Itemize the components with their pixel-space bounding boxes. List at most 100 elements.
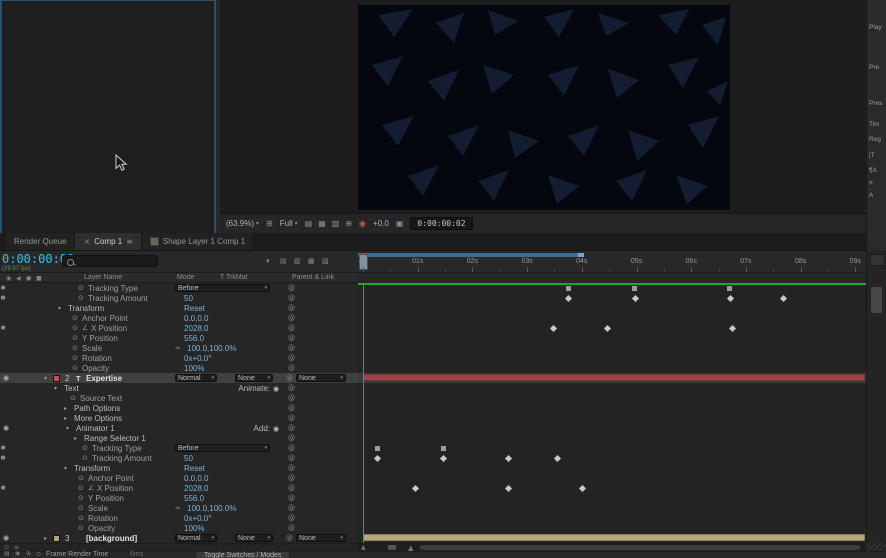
transparency-grid-icon[interactable]: ▦ (318, 219, 326, 228)
column-trkmat[interactable]: T TrkMat (220, 274, 247, 281)
pickwhip-icon[interactable]: @ (286, 534, 293, 542)
property-label[interactable]: Rotation (82, 354, 112, 363)
property-value[interactable]: Reset (184, 304, 205, 313)
row-scale[interactable]: ⊙ Scale ∞ 100.0,100.0% @ (0, 343, 358, 353)
property-value[interactable]: 0.0,0.0 (184, 474, 208, 483)
property-label[interactable]: Tracking Type (92, 444, 142, 453)
property-label[interactable]: Opacity (82, 364, 109, 373)
pickwhip-icon[interactable]: @ (288, 504, 295, 512)
pickwhip-icon[interactable]: @ (288, 384, 295, 392)
timeline-option-icon[interactable]: ▦ (308, 257, 315, 265)
composition-canvas[interactable] (358, 5, 730, 210)
layer-name[interactable]: [background] (86, 534, 137, 543)
stopwatch-icon[interactable]: ⊙ (78, 484, 84, 492)
link-dimensions-icon[interactable]: ∞ (175, 504, 181, 512)
keyframe-diamond[interactable] (504, 484, 512, 492)
row-source-text[interactable]: ⊙ Source Text @ (0, 393, 358, 403)
row-y-position[interactable]: ⊙ Y Position 556.0 @ (0, 333, 358, 343)
property-label[interactable]: Anchor Point (88, 474, 134, 483)
property-value[interactable]: 100% (184, 364, 204, 373)
property-value[interactable]: 556.0 (184, 334, 204, 343)
pickwhip-icon[interactable]: @ (288, 334, 295, 342)
twirl-icon[interactable]: ▸ (74, 435, 77, 442)
track-row[interactable] (358, 333, 866, 343)
row-opacity[interactable]: ⊙ Opacity 100% @ (0, 363, 358, 373)
property-value[interactable]: 50 (184, 454, 193, 463)
pickwhip-icon[interactable]: @ (288, 344, 295, 352)
pickwhip-icon[interactable]: @ (288, 364, 295, 372)
stopwatch-icon[interactable]: ⊙ (78, 524, 84, 532)
resolution-select[interactable]: Full ▾ (280, 219, 298, 228)
property-label[interactable]: Opacity (88, 524, 115, 533)
keyframe-square[interactable] (565, 285, 571, 291)
track-row[interactable] (358, 443, 866, 453)
stopwatch-icon[interactable]: ⊙ (72, 354, 78, 362)
pickwhip-icon[interactable]: @ (288, 524, 295, 532)
row-rotation[interactable]: ⊙ Rotation 0x+0.0° @ (0, 353, 358, 363)
animate-add-icon[interactable]: ◉ (273, 385, 279, 393)
roi-icon[interactable]: ▤ (305, 219, 313, 228)
next-keyframe-icon[interactable]: ▶ (1, 445, 5, 451)
work-area-end-handle[interactable] (578, 253, 584, 257)
dock-item-t[interactable]: |T (869, 152, 886, 159)
status-icon[interactable]: ⊕ (26, 550, 31, 557)
pickwhip-icon[interactable]: @ (288, 314, 295, 322)
pickwhip-icon[interactable]: @ (288, 394, 295, 402)
eye-icon[interactable]: ◉ (3, 374, 9, 382)
track-row[interactable] (358, 483, 866, 493)
keyframe-diamond[interactable] (726, 294, 734, 302)
layer-name[interactable]: Expertise (86, 374, 122, 383)
track-row[interactable] (358, 313, 866, 323)
dock-item-play[interactable]: Play (869, 24, 886, 31)
track-row[interactable] (358, 513, 866, 523)
keyframe-diamond[interactable] (411, 484, 419, 492)
stopwatch-icon[interactable]: ⊙ (82, 454, 88, 462)
close-icon[interactable]: × (83, 237, 90, 246)
track-row[interactable] (358, 473, 866, 483)
property-label[interactable]: Path Options (74, 404, 120, 413)
row-rotation[interactable]: ⊙ Rotation 0x+0.0° @ (0, 513, 358, 523)
row-more-options[interactable]: ▸ More Options @ (0, 413, 358, 423)
track-row[interactable] (358, 373, 866, 383)
property-dropdown[interactable]: Before ▾ (175, 444, 270, 452)
layer-row-2[interactable]: ◉ ▾ 2 T Expertise Normal ▾ None ▾ @ None ▾ (0, 373, 358, 383)
pickwhip-icon[interactable]: @ (286, 374, 293, 382)
pickwhip-icon[interactable]: @ (288, 464, 295, 472)
property-label[interactable]: Scale (82, 344, 102, 353)
property-value[interactable]: Reset (184, 464, 205, 473)
track-row[interactable] (358, 523, 866, 533)
target-icon[interactable]: ⊕ (345, 219, 352, 228)
work-area-bar[interactable] (358, 253, 584, 257)
zoom-out-icon[interactable]: ▲ (361, 544, 366, 551)
property-label[interactable]: X Position (97, 484, 133, 493)
property-value[interactable]: 0x+0.0° (184, 354, 211, 363)
property-label[interactable]: Y Position (82, 334, 118, 343)
twirl-icon[interactable]: ▾ (54, 385, 57, 392)
mask-visibility-icon[interactable]: ▧ (332, 219, 340, 228)
keyframe-diamond[interactable] (553, 454, 561, 462)
property-label[interactable]: X Position (91, 324, 127, 333)
property-value[interactable]: 2028.0 (184, 324, 208, 333)
track-row[interactable] (358, 493, 866, 503)
property-label[interactable]: Range Selector 1 (84, 434, 146, 443)
layer-duration-bar[interactable] (363, 534, 865, 541)
timeline-option-icon[interactable]: ▥ (294, 257, 301, 265)
track-row[interactable] (358, 353, 866, 363)
row-anchor-point[interactable]: ⊙ Anchor Point 0.0,0.0 @ (0, 473, 358, 483)
parent-select[interactable]: None ▾ (296, 374, 346, 382)
keyframe-square[interactable] (440, 445, 446, 451)
layer-row-3[interactable]: ◉ ▸ 3 [background] Normal ▾ None ▾ @ None ▾ (0, 533, 358, 543)
track-row[interactable] (358, 383, 866, 393)
property-value[interactable]: 100.0,100.0% (187, 344, 236, 353)
vertical-scrollbar-handle[interactable] (871, 287, 882, 313)
stopwatch-icon[interactable]: ⊙ (78, 474, 84, 482)
preview-timecode[interactable]: 0:00:00:02 (410, 217, 473, 230)
trkmat-select[interactable]: None ▾ (235, 374, 273, 382)
property-label[interactable]: More Options (74, 414, 122, 423)
panel-menu-icon[interactable]: ≡ (126, 237, 133, 246)
row-path-options[interactable]: ▸ Path Options @ (0, 403, 358, 413)
property-label[interactable]: Transform (68, 304, 104, 313)
property-value[interactable]: 0.0,0.0 (184, 314, 208, 323)
property-label[interactable]: Text (64, 384, 79, 393)
row-tracking-amount[interactable]: ◀ ◆ ▶ ⊙ Tracking Amount 50 @ (0, 293, 358, 303)
